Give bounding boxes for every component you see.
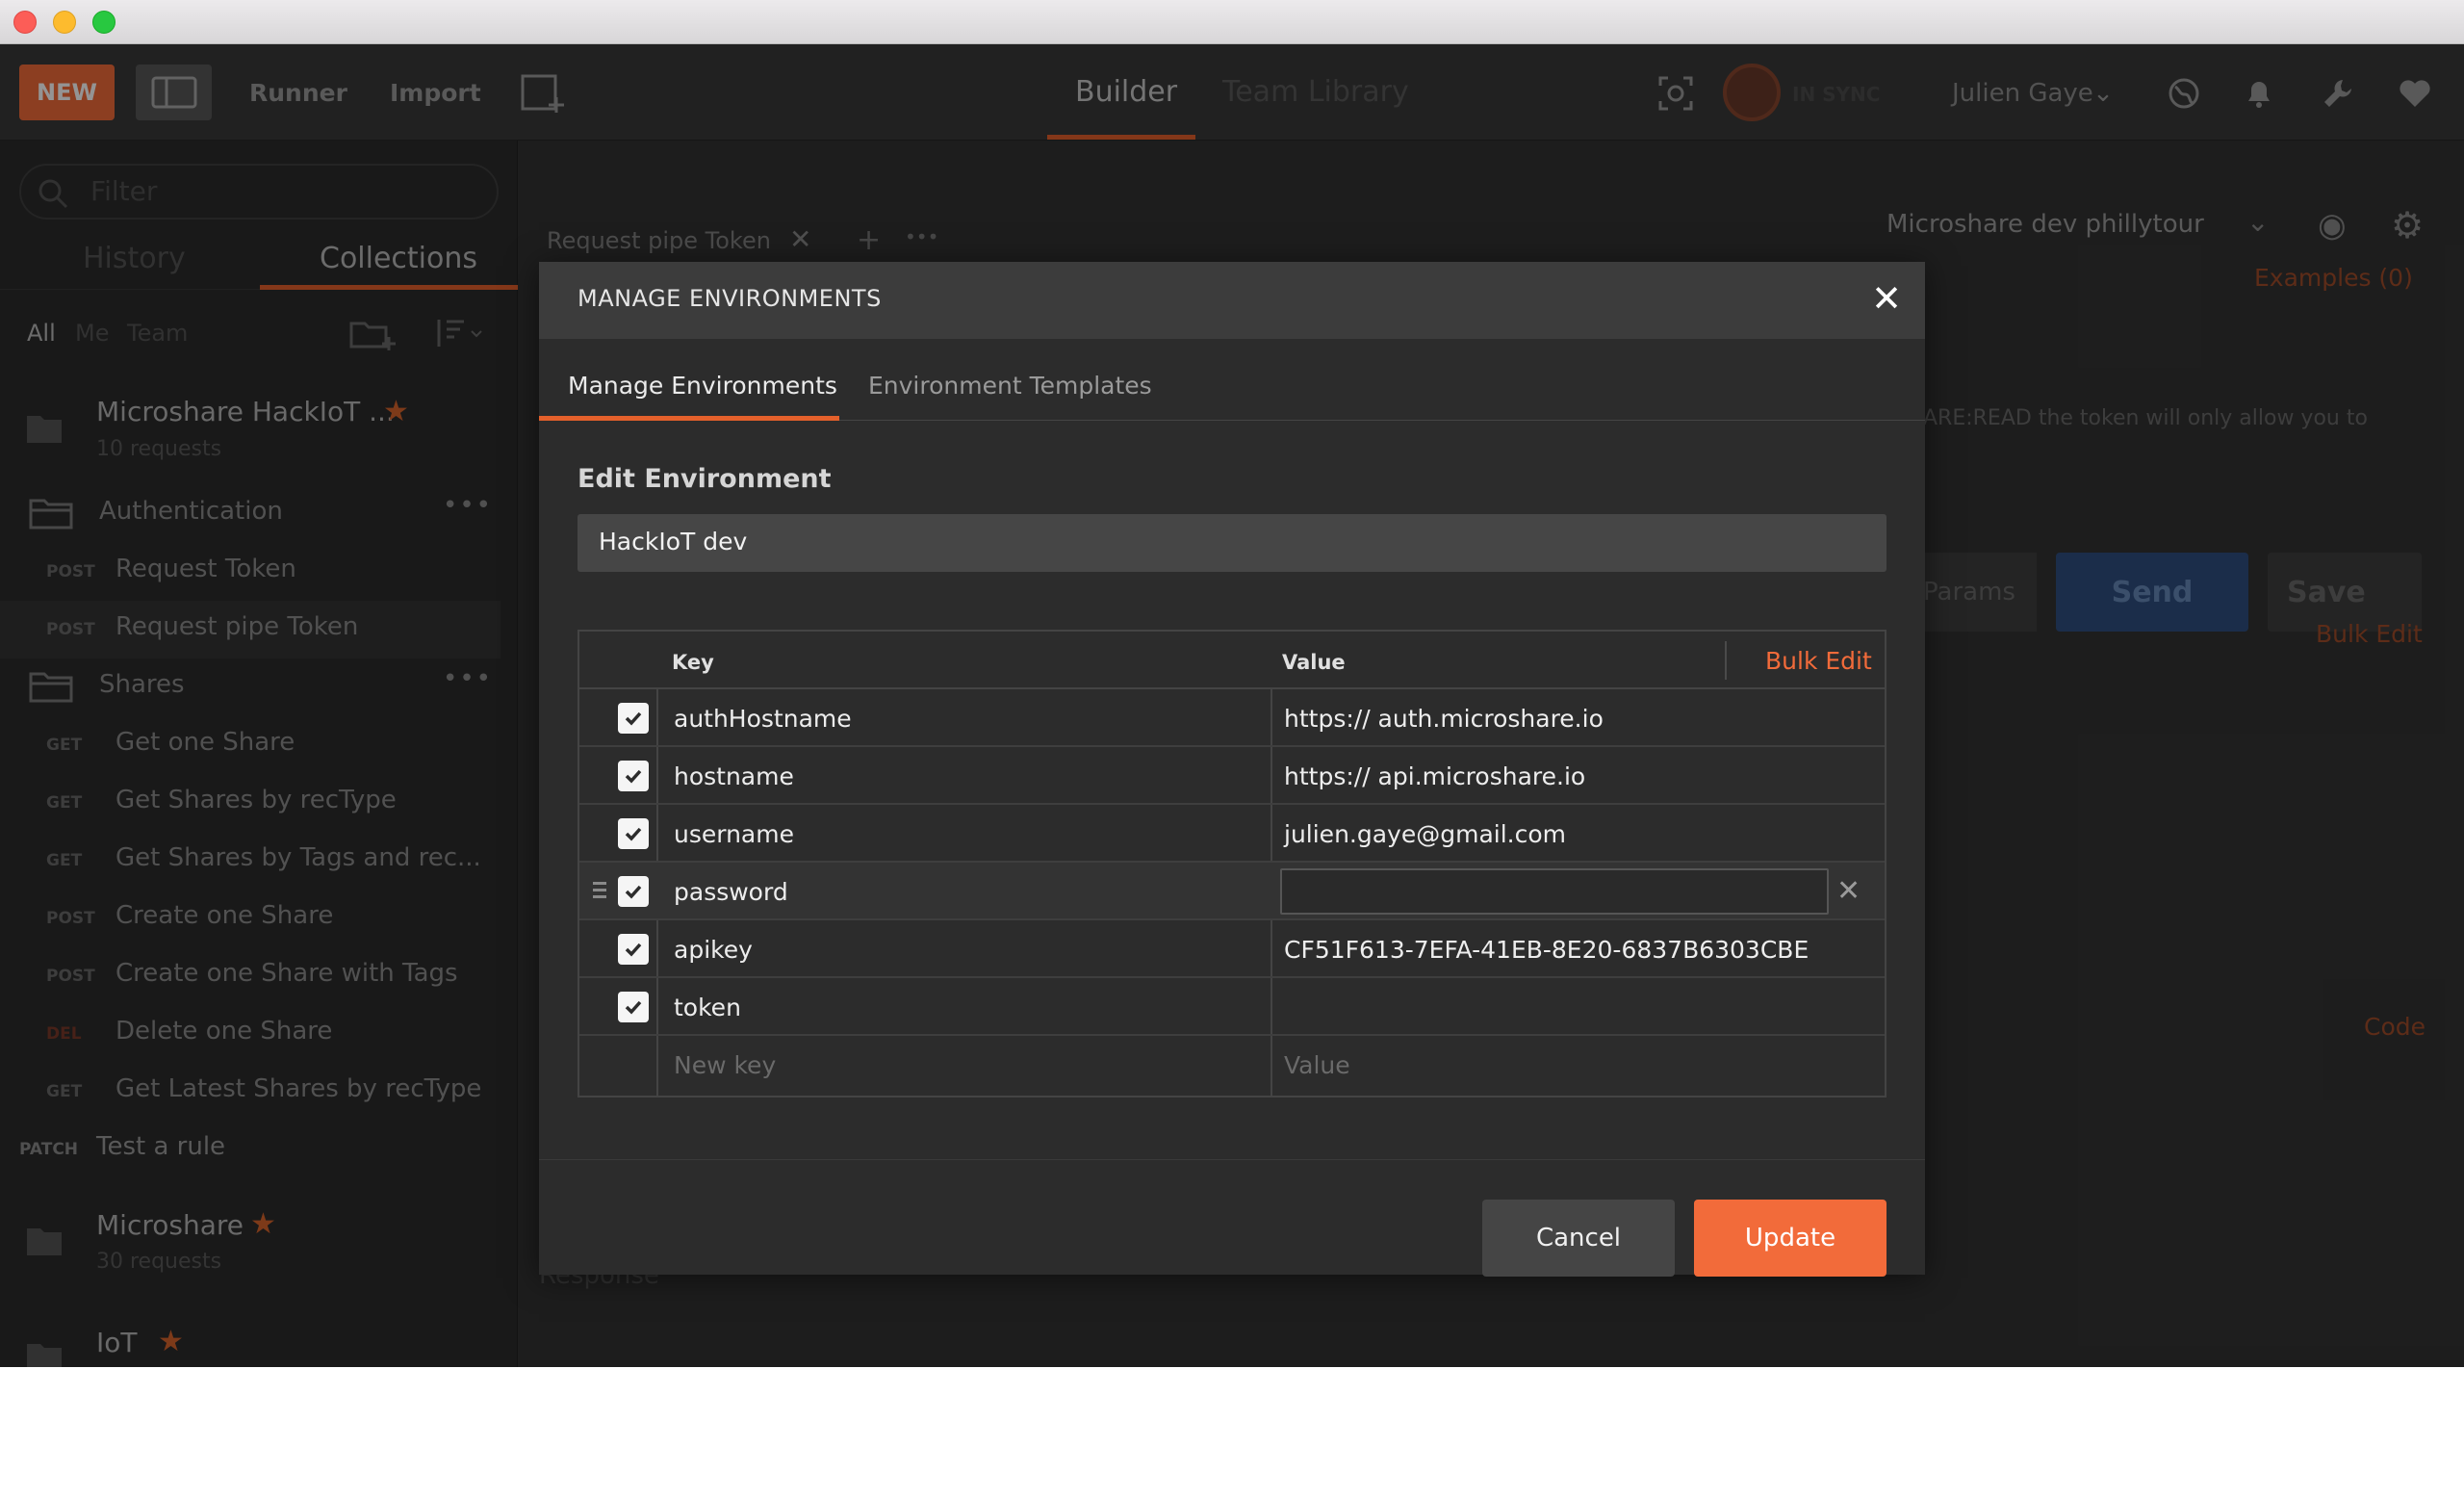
header-divider (1725, 641, 1727, 680)
new-value-input[interactable]: Value (1284, 1051, 1350, 1079)
drag-handle-icon[interactable] (593, 882, 606, 901)
table-row: username julien.gaye@gmail.com (579, 805, 1885, 863)
environment-name-input[interactable]: HackIoT dev (578, 514, 1886, 572)
row-checkbox[interactable] (618, 992, 649, 1022)
delete-row-icon[interactable]: ✕ (1836, 874, 1861, 908)
row-checkbox[interactable] (618, 934, 649, 965)
footer-divider (539, 1159, 1925, 1160)
bulk-edit-link[interactable]: Bulk Edit (1765, 647, 1872, 675)
variable-key[interactable]: username (674, 820, 794, 848)
variable-value-input[interactable] (1280, 868, 1829, 915)
key-column-header: Key (672, 651, 714, 674)
check-icon (625, 1000, 642, 1015)
environment-name-value: HackIoT dev (599, 528, 748, 555)
check-icon (625, 943, 642, 957)
row-checkbox[interactable] (618, 818, 649, 849)
zoom-window-button[interactable] (92, 11, 116, 34)
variable-key[interactable]: password (674, 878, 788, 906)
cancel-button[interactable]: Cancel (1482, 1200, 1675, 1277)
table-row: token (579, 978, 1885, 1036)
table-row: hostname https:// api.microshare.io (579, 747, 1885, 805)
manage-environments-modal: MANAGE ENVIRONMENTS ✕ Manage Environment… (539, 262, 1925, 1277)
check-icon (625, 827, 642, 841)
check-icon (625, 711, 642, 726)
window-titlebar (0, 0, 2464, 44)
close-icon[interactable]: ✕ (1867, 277, 1906, 320)
close-window-button[interactable] (13, 11, 37, 34)
variable-value[interactable]: https:// auth.microshare.io (1284, 705, 1604, 733)
table-row: password ✕ (579, 863, 1885, 920)
active-tab-indicator (539, 416, 839, 421)
new-variable-row: New key Value (579, 1036, 1885, 1094)
variable-key[interactable]: token (674, 994, 741, 1021)
tab-environment-templates[interactable]: Environment Templates (868, 372, 1152, 400)
app-window: NEW Runner Import Builder Team Library I… (0, 44, 2464, 1367)
variable-key[interactable]: hostname (674, 762, 794, 790)
table-row: apikey CF51F613-7EFA-41EB-8E20-6837B6303… (579, 920, 1885, 978)
tab-manage-environments[interactable]: Manage Environments (568, 372, 837, 400)
variable-value[interactable]: julien.gaye@gmail.com (1284, 820, 1566, 848)
modal-title: MANAGE ENVIRONMENTS (578, 285, 882, 312)
new-key-input[interactable]: New key (674, 1051, 776, 1079)
row-checkbox[interactable] (618, 703, 649, 734)
variable-key[interactable]: authHostname (674, 705, 852, 733)
row-checkbox[interactable] (618, 761, 649, 791)
update-button[interactable]: Update (1694, 1200, 1886, 1277)
variable-key[interactable]: apikey (674, 936, 753, 964)
minimize-window-button[interactable] (53, 11, 76, 34)
row-checkbox[interactable] (618, 876, 649, 907)
variable-value[interactable]: https:// api.microshare.io (1284, 762, 1585, 790)
modal-header: MANAGE ENVIRONMENTS ✕ (539, 262, 1925, 339)
check-icon (625, 769, 642, 784)
variable-value[interactable]: CF51F613-7EFA-41EB-8E20-6837B6303CBE (1284, 936, 1809, 964)
table-row: authHostname https:// auth.microshare.io (579, 689, 1885, 747)
check-icon (625, 885, 642, 899)
edit-environment-label: Edit Environment (578, 464, 832, 494)
value-column-header: Value (1282, 651, 1346, 674)
variables-table: Key Value Bulk Edit authHostname https:/… (578, 630, 1886, 1098)
table-header: Key Value Bulk Edit (579, 632, 1885, 689)
